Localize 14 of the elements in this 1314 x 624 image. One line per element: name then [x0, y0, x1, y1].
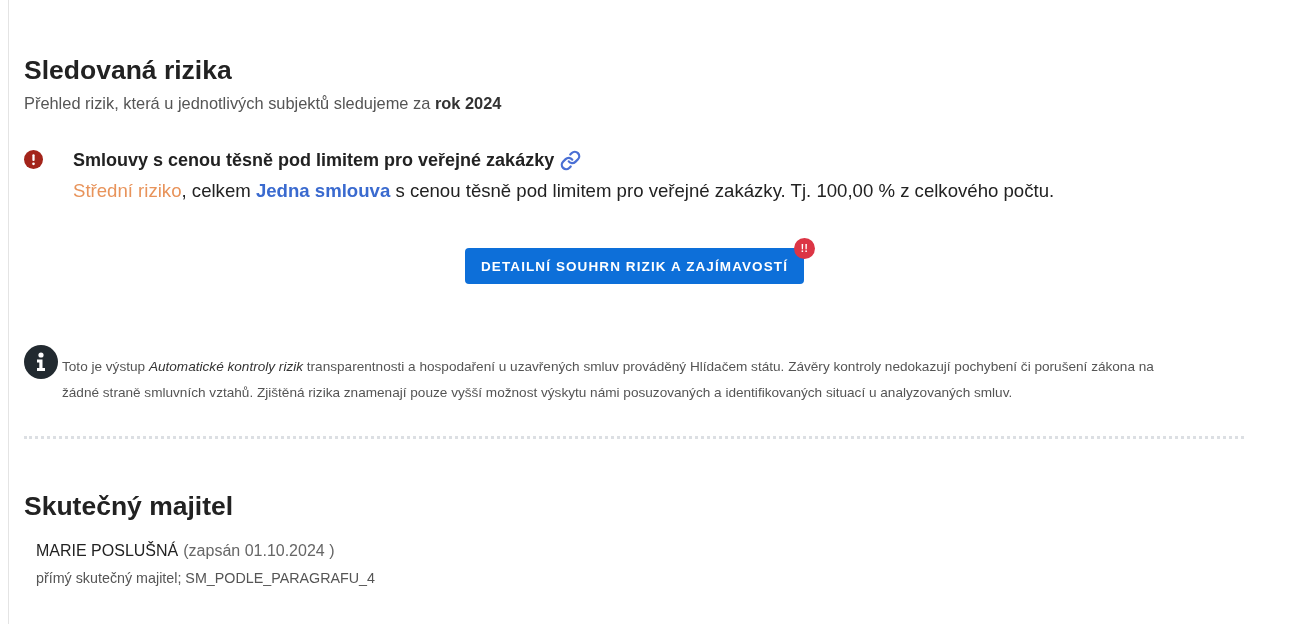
section-title: Sledovaná rizika	[24, 54, 233, 87]
link-icon[interactable]	[560, 150, 582, 171]
registration-date: (zapsán 01.10.2024 )	[183, 542, 335, 560]
info-icon	[24, 345, 58, 379]
disclaimer-text: Toto je výstup Automatické kontroly rizik transparentnosti a hospodaření u uzavřených smluv prováděný Hlídačem státu. Závěry kontroly nedokazují pochybení či porušení zákona na žádné straně smluvních vztahů. Zjištěná rizika znamenají pouze vyšší možnost výskytu námi posuzovaných a identifikovaných situací u analyzovaných smluv.	[62, 358, 1155, 402]
risk-title: Smlouvy s cenou těsně pod limitem pro veřejné zakázky	[73, 150, 555, 171]
section-subtitle: Přehled rizik, která u jednotlivých subjektů sledujeme za rok 2024	[24, 93, 503, 113]
owner-name: MARIE POSLUŠNÁ	[36, 542, 179, 560]
section-title: Skutečný majitel	[24, 490, 235, 523]
exclamation-icon	[24, 150, 43, 169]
alert-badge: !!	[794, 238, 815, 259]
owner-detail: přímý skutečný majitel; SM_PODLE_PARAGRAFU_4	[36, 570, 376, 586]
risk-description: Střední riziko, celkem Jedna smlouva s cenou těsně pod limitem pro veřejné zakázky. Tj. 100,00 % z celkového počtu.	[73, 179, 1055, 203]
contract-link[interactable]: Jedna smlouva	[255, 180, 391, 201]
